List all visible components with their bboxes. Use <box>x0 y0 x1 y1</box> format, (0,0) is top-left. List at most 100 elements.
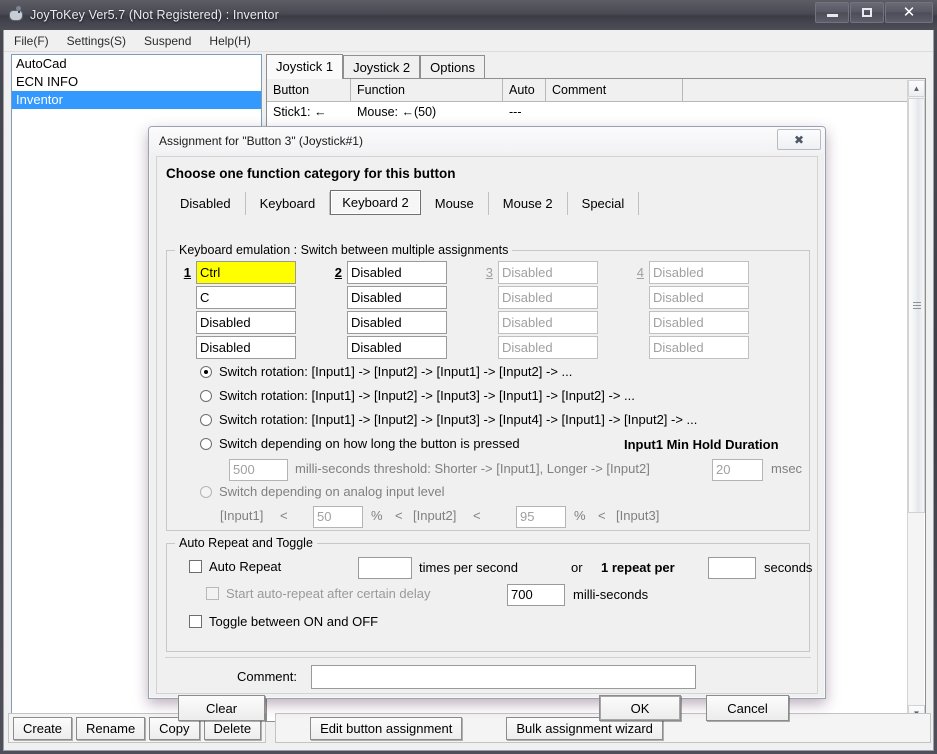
column-header-function[interactable]: Function <box>351 79 503 101</box>
slot-3-4[interactable]: Disabled <box>498 336 598 359</box>
one-repeat-per-label: 1 repeat per <box>601 560 675 575</box>
list-item[interactable]: AutoCad <box>12 55 261 73</box>
column-header-comment[interactable]: Comment <box>546 79 683 101</box>
radio-switch-rotation-2[interactable]: Switch rotation: [Input1] -> [Input2] ->… <box>200 364 572 379</box>
maximize-button[interactable] <box>850 2 884 23</box>
radio-label: Switch rotation: [Input1] -> [Input2] ->… <box>219 388 635 403</box>
edit-button-assignment-button[interactable]: Edit button assignment <box>310 716 463 740</box>
slot-2-1[interactable]: Disabled <box>347 261 447 284</box>
slot-2-3[interactable]: Disabled <box>347 311 447 334</box>
comment-input[interactable] <box>311 665 696 689</box>
analog-threshold-2-input[interactable]: 95 <box>516 506 566 528</box>
radio-icon[interactable] <box>200 485 212 498</box>
radio-icon[interactable] <box>200 365 212 378</box>
menu-item-suspend[interactable]: Suspend <box>136 32 199 50</box>
slot-1-1[interactable]: Ctrl <box>196 261 296 284</box>
threshold-label: milli-seconds threshold: Shorter -> [Inp… <box>295 461 650 476</box>
dialog-body: Choose one function category for this bu… <box>156 156 818 721</box>
column-header-auto[interactable]: Auto <box>503 79 546 101</box>
analog-lt-2: < <box>395 508 403 523</box>
radio-icon[interactable] <box>200 389 212 402</box>
slot-4-3[interactable]: Disabled <box>649 311 749 334</box>
radio-icon[interactable] <box>200 413 212 426</box>
slot-1-2[interactable]: C <box>196 286 296 309</box>
slot-1-4[interactable]: Disabled <box>196 336 296 359</box>
slot-2-2[interactable]: Disabled <box>347 286 447 309</box>
minimize-button[interactable] <box>815 2 849 23</box>
tab-keyboard[interactable]: Keyboard <box>246 192 331 215</box>
tab-keyboard-2[interactable]: Keyboard 2 <box>330 190 421 215</box>
analog-pct-2: % <box>574 508 586 523</box>
list-item[interactable]: Inventor <box>12 91 261 109</box>
tab-mouse[interactable]: Mouse <box>421 192 489 215</box>
tab-mouse-2[interactable]: Mouse 2 <box>489 192 568 215</box>
start-delay-label: Start auto-repeat after certain delay <box>226 586 431 601</box>
slot-3-2[interactable]: Disabled <box>498 286 598 309</box>
start-delay-checkbox-row[interactable]: Start auto-repeat after certain delay <box>206 586 431 601</box>
analog-lt-4: < <box>598 508 606 523</box>
analog-input2-label: [Input2] <box>413 508 457 523</box>
menu-item-settings[interactable]: Settings(S) <box>59 32 134 50</box>
cell-comment <box>546 102 683 122</box>
start-delay-input[interactable]: 700 <box>507 584 565 606</box>
auto-repeat-checkbox-row[interactable]: Auto Repeat <box>189 559 281 574</box>
menu-item-help[interactable]: Help(H) <box>201 32 258 50</box>
repeat-period-input[interactable] <box>708 557 756 579</box>
rename-button[interactable]: Rename <box>76 716 146 740</box>
radio-switch-rotation-4[interactable]: Switch rotation: [Input1] -> [Input2] ->… <box>200 412 697 427</box>
dialog-close-icon[interactable]: ✖ <box>777 129 821 150</box>
toggle-checkbox-row[interactable]: Toggle between ON and OFF <box>189 614 378 629</box>
checkbox-icon[interactable] <box>189 615 202 628</box>
table-header-row: Button Function Auto Comment <box>267 79 925 102</box>
ok-button[interactable]: OK <box>599 695 681 721</box>
close-button[interactable]: ✕ <box>885 2 933 23</box>
slot-1-3[interactable]: Disabled <box>196 311 296 334</box>
keyboard-group-legend: Keyboard emulation : Switch between mult… <box>175 243 513 257</box>
radio-label: Switch depending on analog input level <box>219 484 445 499</box>
column-number-2: 2 <box>334 265 342 280</box>
table-row[interactable]: Stick1: ← Mouse: ←(50) --- <box>267 102 925 122</box>
scroll-up-icon[interactable]: ▲ <box>908 80 925 97</box>
tab-special[interactable]: Special <box>568 192 640 215</box>
assignment-table-scrollbar[interactable]: ▲ ▼ <box>907 80 925 722</box>
column-header-button[interactable]: Button <box>267 79 351 101</box>
slot-3-1[interactable]: Disabled <box>498 261 598 284</box>
slot-3-3[interactable]: Disabled <box>498 311 598 334</box>
repeat-rate-input[interactable] <box>358 557 412 579</box>
tab-joystick-1[interactable]: Joystick 1 <box>266 54 344 79</box>
slot-4-4[interactable]: Disabled <box>649 336 749 359</box>
threshold-input[interactable]: 500 <box>229 459 288 481</box>
column-number-4: 4 <box>636 265 644 280</box>
analog-pct-1: % <box>371 508 383 523</box>
cancel-button[interactable]: Cancel <box>706 695 789 721</box>
radio-icon[interactable] <box>200 437 212 450</box>
tab-joystick-2[interactable]: Joystick 2 <box>343 55 421 79</box>
scrollbar-thumb[interactable] <box>908 98 925 513</box>
radio-label: Switch depending on how long the button … <box>219 436 520 451</box>
window-title: JoyToKey Ver5.7 (Not Registered) : Inven… <box>30 8 279 22</box>
column-number-1: 1 <box>183 265 191 280</box>
category-tab-strip: Disabled Keyboard Keyboard 2 Mouse Mouse… <box>166 189 817 215</box>
slot-2-4[interactable]: Disabled <box>347 336 447 359</box>
menu-item-file[interactable]: File(F) <box>6 32 57 50</box>
slot-4-1[interactable]: Disabled <box>649 261 749 284</box>
slot-4-2[interactable]: Disabled <box>649 286 749 309</box>
tab-disabled[interactable]: Disabled <box>166 192 246 215</box>
tab-options[interactable]: Options <box>420 55 485 79</box>
assignment-dialog: Assignment for "Button 3" (Joystick#1) ✖… <box>148 126 826 721</box>
clear-button[interactable]: Clear <box>178 695 265 721</box>
checkbox-icon[interactable] <box>189 560 202 573</box>
checkbox-icon[interactable] <box>206 587 219 600</box>
or-label: or <box>571 560 583 575</box>
radio-switch-analog-level[interactable]: Switch depending on analog input level <box>200 484 445 499</box>
list-item[interactable]: ECN INFO <box>12 73 261 91</box>
column-header-extra[interactable] <box>683 79 909 101</box>
radio-switch-hold-duration[interactable]: Switch depending on how long the button … <box>200 436 520 451</box>
repeat-rate-unit-label: times per second <box>419 560 518 575</box>
joystick-tab-strip: Joystick 1 Joystick 2 Options <box>266 54 926 79</box>
analog-threshold-1-input[interactable]: 50 <box>313 506 363 528</box>
dialog-separator <box>165 657 811 658</box>
radio-switch-rotation-3[interactable]: Switch rotation: [Input1] -> [Input2] ->… <box>200 388 635 403</box>
create-button[interactable]: Create <box>13 716 73 740</box>
min-hold-input[interactable]: 20 <box>712 459 763 481</box>
